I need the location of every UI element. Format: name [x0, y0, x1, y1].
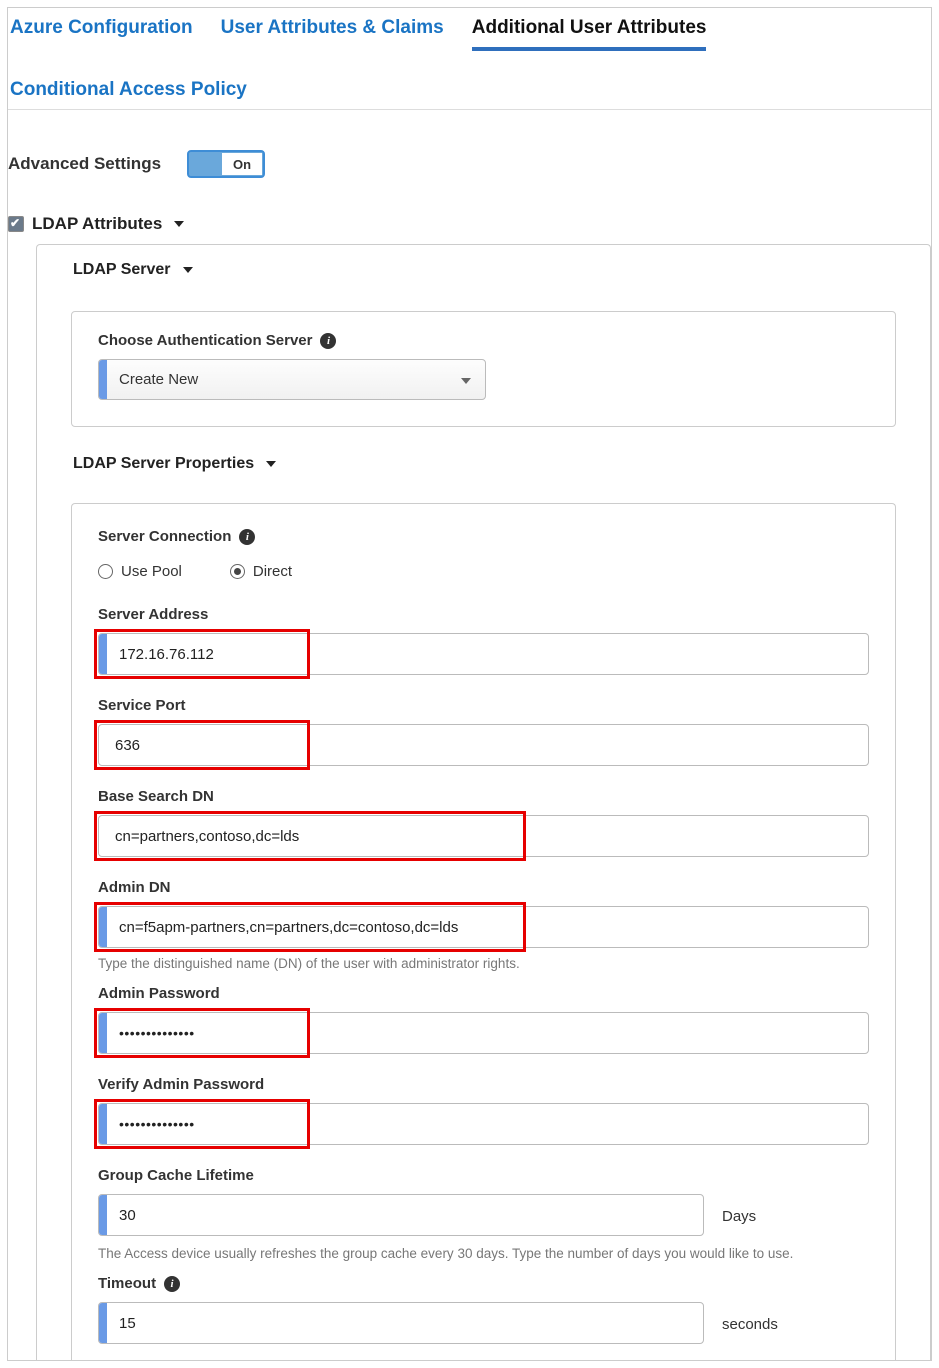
accent-edge: [99, 1195, 107, 1235]
label-text: Choose Authentication Server: [98, 332, 312, 349]
section-label: LDAP Server: [73, 261, 171, 279]
ldap-attributes-panel: LDAP Server Choose Authentication Server…: [36, 244, 931, 1360]
input-value: ••••••••••••••: [107, 1013, 868, 1053]
section-ldap-server[interactable]: LDAP Server: [37, 255, 930, 289]
cache-lifetime-input[interactable]: 30: [98, 1194, 704, 1236]
input-value: cn=f5apm-partners,cn=partners,dc=contoso…: [107, 907, 868, 947]
section-ldap-attributes[interactable]: LDAP Attributes: [8, 208, 931, 244]
base-dn-input[interactable]: cn=partners,contoso,dc=lds: [98, 815, 869, 857]
verify-password-input[interactable]: ••••••••••••••: [98, 1103, 869, 1145]
server-connection-radios: Use Pool Direct: [98, 555, 869, 594]
tab-azure-config[interactable]: Azure Configuration: [10, 13, 193, 51]
accent-edge: [99, 907, 107, 947]
advanced-settings-row: Advanced Settings On: [8, 120, 931, 208]
choose-auth-server-label: Choose Authentication Server i: [98, 332, 869, 349]
ldap-props-panel: Server Connection i Use Pool Direct Serv…: [71, 503, 896, 1360]
radio-use-pool[interactable]: Use Pool: [98, 563, 182, 580]
accent-edge: [99, 1104, 107, 1144]
caret-down-icon: [266, 461, 276, 467]
toggle-state: On: [222, 153, 262, 175]
info-icon[interactable]: i: [239, 529, 255, 545]
label-text: Timeout: [98, 1275, 156, 1292]
select-value: Create New: [107, 371, 443, 388]
label-text: Server Connection: [98, 528, 231, 545]
server-connection-label: Server Connection i: [98, 528, 869, 545]
tab-conditional-access[interactable]: Conditional Access Policy: [10, 79, 929, 109]
accent-edge: [99, 1303, 107, 1343]
radio-direct[interactable]: Direct: [230, 563, 292, 580]
accent-edge: [99, 1013, 107, 1053]
input-value: 636: [99, 725, 868, 765]
service-port-label: Service Port: [98, 697, 869, 714]
timeout-input[interactable]: 15: [98, 1302, 704, 1344]
base-dn-label: Base Search DN: [98, 788, 869, 805]
input-value: ••••••••••••••: [107, 1104, 868, 1144]
radio-label: Direct: [253, 563, 292, 580]
info-icon[interactable]: i: [320, 333, 336, 349]
server-address-label: Server Address: [98, 606, 869, 623]
tab-bar: Azure Configuration User Attributes & Cl…: [8, 8, 931, 110]
input-value: 172.16.76.112: [107, 634, 868, 674]
admin-password-label: Admin Password: [98, 985, 869, 1002]
caret-down-icon: [174, 221, 184, 227]
main-frame: Azure Configuration User Attributes & Cl…: [7, 7, 932, 1361]
section-label: LDAP Server Properties: [73, 455, 254, 473]
section-label: LDAP Attributes: [32, 214, 162, 234]
admin-dn-label: Admin DN: [98, 879, 869, 896]
info-icon[interactable]: i: [164, 1276, 180, 1292]
timeout-label: Timeout i: [98, 1275, 869, 1292]
service-port-input[interactable]: 636: [98, 724, 869, 766]
cache-lifetime-label: Group Cache Lifetime: [98, 1167, 869, 1184]
admin-dn-help: Type the distinguished name (DN) of the …: [98, 956, 869, 971]
input-value: cn=partners,contoso,dc=lds: [99, 816, 868, 856]
section-ldap-props[interactable]: LDAP Server Properties: [37, 449, 930, 483]
caret-down-icon: [183, 267, 193, 273]
input-value: 30: [107, 1195, 703, 1235]
radio-label: Use Pool: [121, 563, 182, 580]
tab-additional-user-attrs[interactable]: Additional User Attributes: [472, 13, 707, 51]
accent-edge: [99, 360, 107, 399]
timeout-unit: seconds: [722, 1316, 778, 1333]
cache-help: The Access device usually refreshes the …: [98, 1246, 869, 1261]
content: Advanced Settings On LDAP Attributes LDA…: [8, 110, 931, 1360]
admin-password-input[interactable]: ••••••••••••••: [98, 1012, 869, 1054]
cache-unit: Days: [722, 1208, 756, 1225]
advanced-settings-label: Advanced Settings: [8, 154, 161, 174]
verify-password-label: Verify Admin Password: [98, 1076, 869, 1093]
advanced-settings-toggle[interactable]: On: [187, 150, 265, 178]
tab-user-attrs-claims[interactable]: User Attributes & Claims: [221, 13, 444, 51]
admin-dn-input[interactable]: cn=f5apm-partners,cn=partners,dc=contoso…: [98, 906, 869, 948]
auth-server-select[interactable]: Create New: [98, 359, 486, 400]
server-address-input[interactable]: 172.16.76.112: [98, 633, 869, 675]
radio-icon: [230, 564, 245, 579]
accent-edge: [99, 634, 107, 674]
ldap-server-panel: Choose Authentication Server i Create Ne…: [71, 311, 896, 427]
input-value: 15: [107, 1303, 703, 1343]
radio-icon: [98, 564, 113, 579]
checkbox-icon[interactable]: [8, 216, 24, 232]
chevron-down-icon: [443, 371, 485, 388]
